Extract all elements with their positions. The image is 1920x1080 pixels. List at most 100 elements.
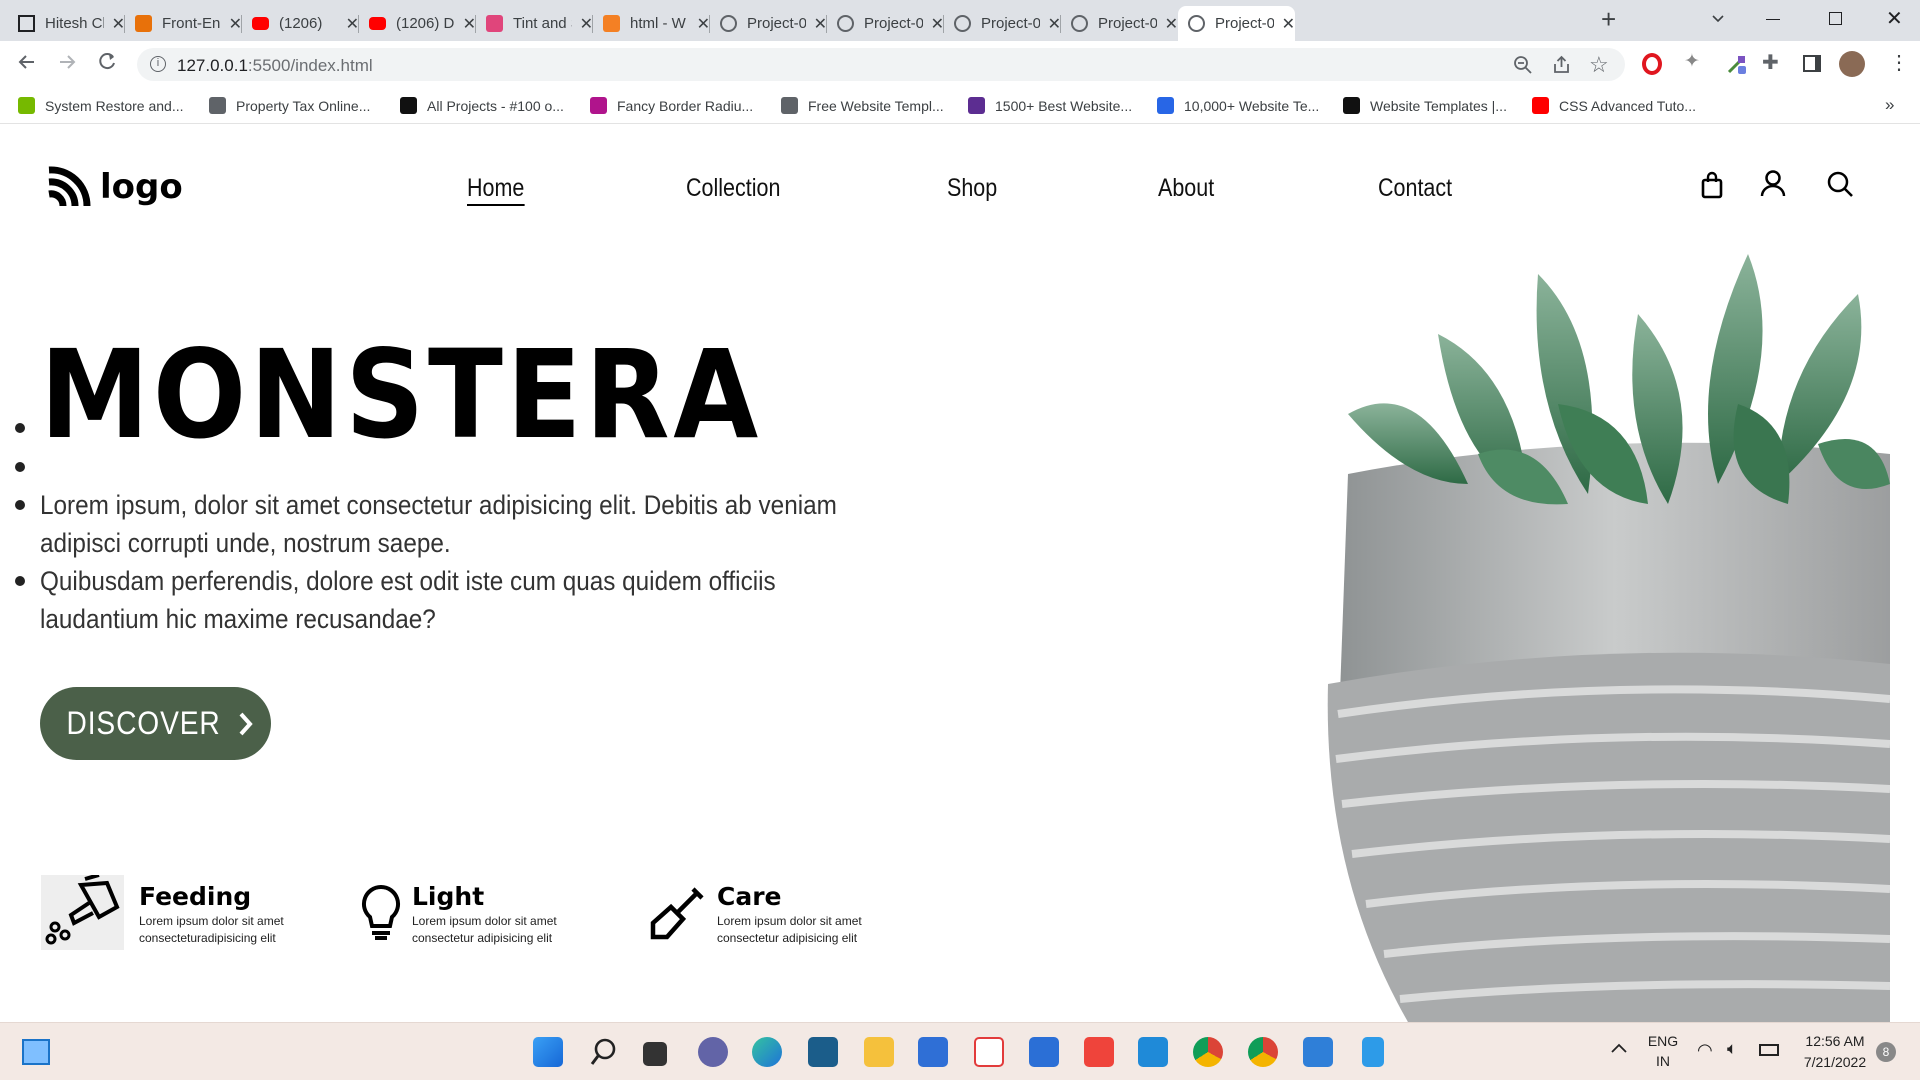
site-logo[interactable]: logo <box>47 166 183 208</box>
teams-chat-icon[interactable] <box>698 1037 728 1067</box>
chrome-icon[interactable] <box>1193 1037 1223 1067</box>
tab-close-icon[interactable]: ✕ <box>931 14 944 34</box>
tab-close-icon[interactable]: ✕ <box>697 14 710 34</box>
profile-avatar[interactable] <box>1839 51 1865 77</box>
wifi-icon[interactable]: ◠ <box>1697 1040 1713 1061</box>
vscode-icon[interactable] <box>1138 1037 1168 1067</box>
file-explorer-icon[interactable] <box>864 1037 894 1067</box>
close-window-button[interactable]: ✕ <box>1886 6 1903 31</box>
bookmark-item[interactable]: All Projects - #100 o... <box>400 97 564 114</box>
photos-icon[interactable] <box>1303 1037 1333 1067</box>
browser-tab[interactable]: Tint and S ✕ <box>476 6 593 41</box>
restore-button[interactable] <box>1829 12 1842 25</box>
feature-light-desc-1: Lorem ipsum dolor sit amet <box>412 914 557 928</box>
zoom-icon[interactable] <box>1513 55 1533 80</box>
feature-light-desc-2: consectetur adipisicing elit <box>412 931 553 945</box>
shopping-bag-icon[interactable] <box>1700 171 1724 204</box>
new-tab-button[interactable]: + <box>1601 4 1616 35</box>
task-view-icon[interactable] <box>643 1042 667 1066</box>
start-button[interactable] <box>533 1037 563 1067</box>
tab-close-icon[interactable]: ✕ <box>1048 14 1061 34</box>
browser-tab[interactable]: Project-0 ✕ <box>944 6 1061 41</box>
tab-title: Hitesh Ch <box>45 15 104 32</box>
sublime-like-icon[interactable] <box>808 1037 838 1067</box>
volume-icon[interactable]: 🔈︎ <box>1727 1039 1737 1059</box>
reload-icon[interactable] <box>96 51 118 78</box>
mail-icon[interactable] <box>1029 1037 1059 1067</box>
tab-close-icon[interactable]: ✕ <box>580 14 593 34</box>
bookmark-favicon-icon <box>18 97 35 114</box>
tab-close-icon[interactable]: ✕ <box>1165 14 1178 34</box>
tab-close-icon[interactable]: ✕ <box>346 14 359 34</box>
tab-close-icon[interactable]: ✕ <box>112 14 125 34</box>
tab-close-icon[interactable]: ✕ <box>229 14 242 34</box>
tab-title: Project-0 <box>1215 15 1274 32</box>
bookmark-star-icon[interactable]: ☆ <box>1589 52 1609 78</box>
bookmark-item[interactable]: 10,000+ Website Te... <box>1157 97 1319 114</box>
nav-about[interactable]: About <box>1158 174 1214 203</box>
browser-tab[interactable]: Project-0 ✕ <box>1061 6 1178 41</box>
tab-close-icon[interactable]: ✕ <box>1282 14 1295 34</box>
tab-close-icon[interactable]: ✕ <box>814 14 827 34</box>
anydesk-icon[interactable] <box>1084 1037 1114 1067</box>
notification-badge[interactable]: 8 <box>1876 1042 1896 1062</box>
store-icon[interactable] <box>918 1037 948 1067</box>
feature-feeding-desc-1: Lorem ipsum dolor sit amet <box>139 914 284 928</box>
bookmark-label: Fancy Border Radiu... <box>617 97 754 114</box>
forward-icon[interactable] <box>56 51 78 78</box>
bookmark-item[interactable]: System Restore and... <box>18 97 184 114</box>
url-text: 127.0.0.1:5500/index.html <box>177 56 373 76</box>
site-info-icon[interactable]: i <box>150 56 166 72</box>
tray-chevron-icon[interactable] <box>1610 1041 1628 1060</box>
bookmark-label: 10,000+ Website Te... <box>1184 97 1320 114</box>
tab-close-icon[interactable]: ✕ <box>463 14 476 34</box>
bookmark-item[interactable]: Free Website Templ... <box>781 97 944 114</box>
battery-icon[interactable] <box>1759 1044 1779 1056</box>
extensions-puzzle-icon[interactable]: ✚ <box>1762 50 1779 75</box>
browser-tab[interactable]: Front-End ✕ <box>125 6 242 41</box>
search-icon[interactable] <box>1826 170 1854 203</box>
bookmark-item[interactable]: 1500+ Best Website... <box>968 97 1132 114</box>
gradient-icon <box>486 15 503 32</box>
browser-tab[interactable]: Hitesh Ch ✕ <box>8 6 125 41</box>
tab-search-icon[interactable] <box>1710 10 1726 31</box>
extension-picker-icon[interactable] <box>1726 53 1748 75</box>
chrome-profile-icon[interactable] <box>1248 1037 1278 1067</box>
side-panel-icon[interactable] <box>1803 55 1821 72</box>
taskbar-search-icon[interactable] <box>590 1037 618 1072</box>
browser-tab[interactable]: (1206) ✕ <box>242 6 359 41</box>
discover-button[interactable]: DISCOVER <box>40 687 271 760</box>
opera-extension-icon[interactable] <box>1642 53 1662 75</box>
extension-sparkle-icon[interactable]: ✦ <box>1684 50 1700 73</box>
minimize-button[interactable] <box>1766 19 1780 20</box>
clock-time[interactable]: 12:56 AM <box>1795 1033 1875 1049</box>
language-region[interactable]: IN <box>1646 1053 1680 1069</box>
bookmark-item[interactable]: Property Tax Online... <box>209 97 370 114</box>
bookmark-item[interactable]: CSS Advanced Tuto... <box>1532 97 1696 114</box>
bookmark-item[interactable]: Website Templates |... <box>1343 97 1507 114</box>
bookmark-label: CSS Advanced Tuto... <box>1559 97 1696 114</box>
back-icon[interactable] <box>16 51 38 78</box>
discover-label: DISCOVER <box>66 705 221 741</box>
clock-date[interactable]: 7/21/2022 <box>1795 1054 1875 1070</box>
browser-tab[interactable]: (1206) Di ✕ <box>359 6 476 41</box>
browser-tab[interactable]: html - W ✕ <box>593 6 710 41</box>
notepad-icon[interactable] <box>1362 1037 1384 1067</box>
browser-tab[interactable]: Project-0 ✕ <box>710 6 827 41</box>
address-bar[interactable]: i 127.0.0.1:5500/index.html ☆ <box>137 48 1625 81</box>
bookmarks-overflow-button[interactable]: » <box>1885 95 1894 115</box>
nav-shop[interactable]: Shop <box>947 174 997 203</box>
browser-tab[interactable]: Project-0 ✕ <box>827 6 944 41</box>
nav-home[interactable]: Home <box>467 174 525 206</box>
nav-collection[interactable]: Collection <box>686 174 780 203</box>
widgets-icon[interactable] <box>22 1039 50 1065</box>
share-icon[interactable] <box>1552 55 1572 80</box>
nav-contact[interactable]: Contact <box>1378 174 1452 203</box>
bookmark-item[interactable]: Fancy Border Radiu... <box>590 97 753 114</box>
language-code[interactable]: ENG <box>1646 1033 1680 1049</box>
gift-app-icon[interactable] <box>974 1037 1004 1067</box>
browser-tab[interactable]: Project-0 ✕ <box>1178 6 1295 41</box>
browser-menu-icon[interactable]: ⋮ <box>1889 50 1909 75</box>
user-icon[interactable] <box>1760 169 1786 202</box>
edge-icon[interactable] <box>752 1037 782 1067</box>
